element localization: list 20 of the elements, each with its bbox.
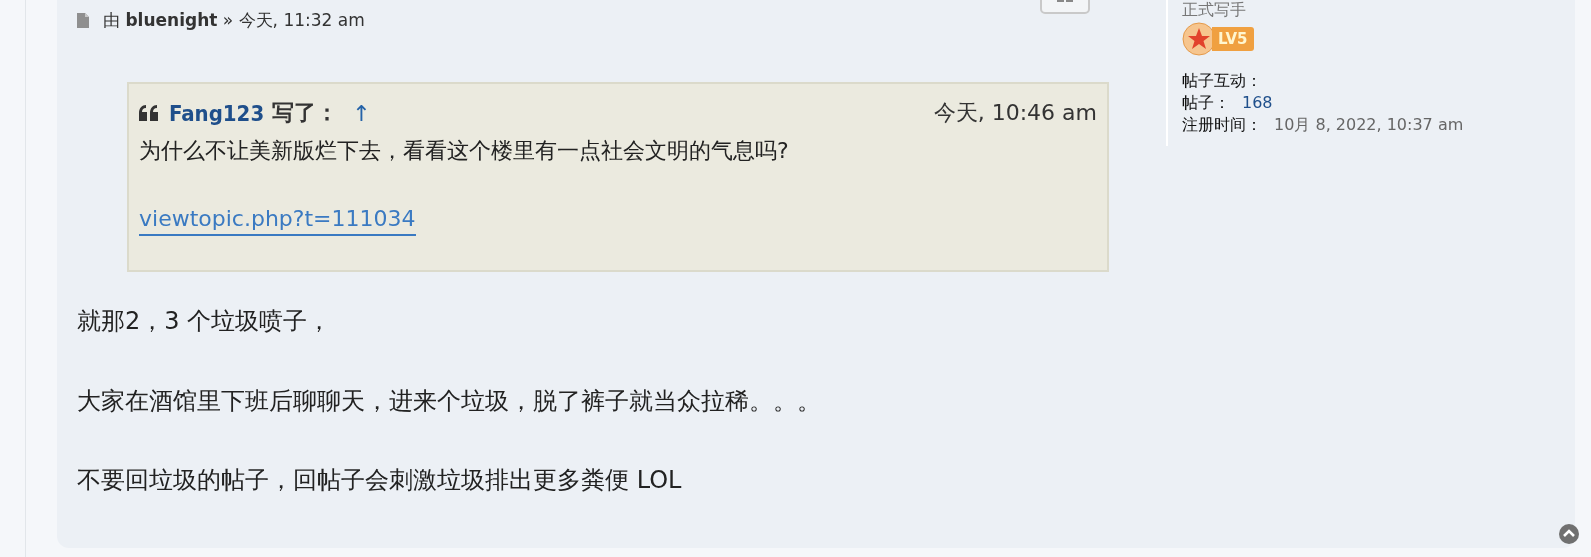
jump-link[interactable]: ↑ bbox=[352, 100, 371, 126]
joined-date: 10月 8, 2022, 10:37 am bbox=[1274, 115, 1464, 134]
topic-link[interactable]: viewtopic.php?t=111034 bbox=[139, 206, 416, 236]
post-paragraph: 不要回垃圾的帖子，回帖子会刺激垃圾排出更多粪便 LOL bbox=[77, 467, 683, 495]
level-badge: LV5 bbox=[1182, 22, 1282, 56]
post-paragraph: 就那2，3 个垃圾喷子， bbox=[77, 308, 333, 336]
post-meta: 由 bluenight » 今天, 11:32 am bbox=[103, 8, 365, 32]
posts-count-link[interactable]: 168 bbox=[1242, 93, 1273, 112]
back-to-top-button[interactable] bbox=[1559, 524, 1579, 544]
file-icon bbox=[77, 12, 89, 28]
quote-time: 今天, 10:46 am bbox=[933, 99, 1097, 127]
posts-label: 帖子： bbox=[1182, 93, 1230, 112]
joined-label: 注册时间： bbox=[1182, 115, 1262, 134]
quote-author-link[interactable]: Fang123 bbox=[169, 100, 265, 126]
rank-title: 正式写手 bbox=[1182, 0, 1247, 20]
quote-wrote-label: 写了： bbox=[272, 99, 339, 127]
interactions-label: 帖子互动： bbox=[1182, 71, 1262, 90]
quote-text: 为什么不让美新版烂下去，看看这个楼里有一点社会文明的气息吗? bbox=[139, 137, 790, 165]
post-paragraph: 大家在酒馆里下班后聊聊天，进来个垃圾，脱了裤子就当众拉稀。。。 bbox=[77, 387, 822, 416]
quote-icon bbox=[139, 105, 159, 121]
